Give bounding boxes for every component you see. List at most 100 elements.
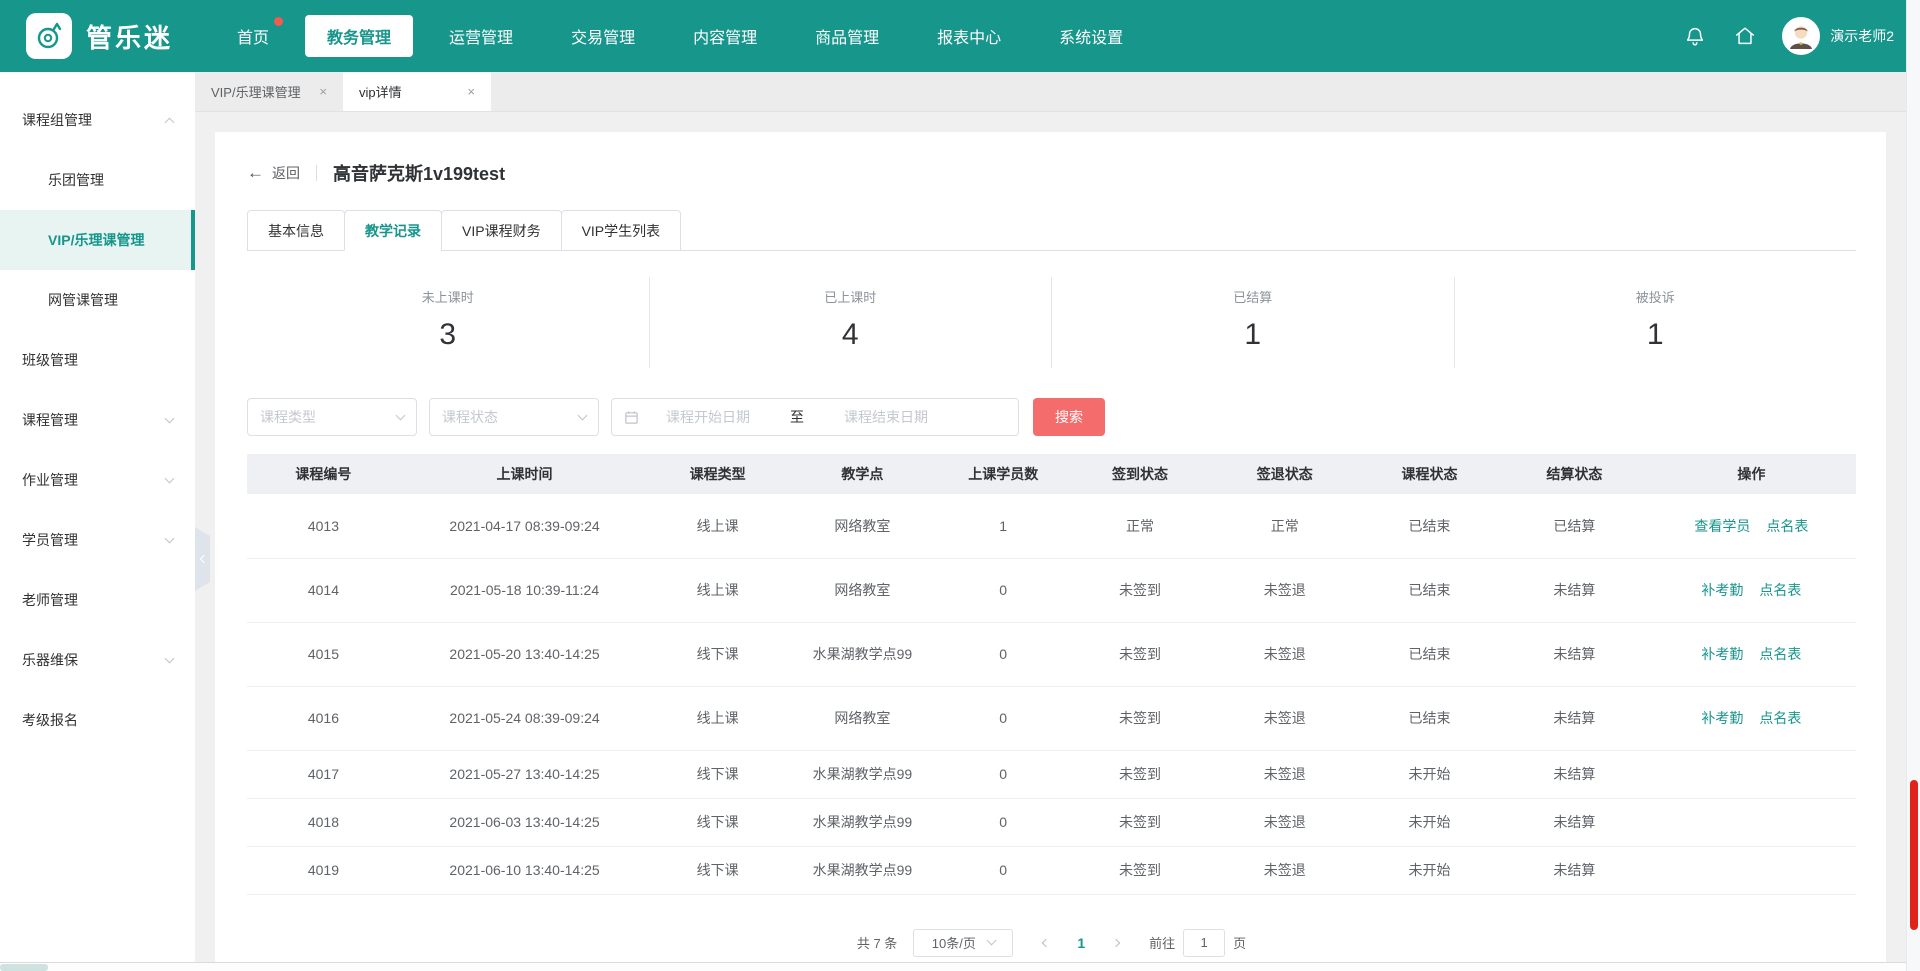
cell-time: 2021-06-10 13:40-14:25 bbox=[400, 846, 649, 894]
cell-course-type: 线下课 bbox=[649, 798, 786, 846]
cell-time: 2021-05-20 13:40-14:25 bbox=[400, 622, 649, 686]
nav-item-label: 系统设置 bbox=[1059, 30, 1123, 47]
horizontal-scrollbar bbox=[0, 962, 1920, 971]
current-page[interactable]: 1 bbox=[1077, 935, 1085, 951]
notification-bell-icon[interactable] bbox=[1682, 23, 1708, 49]
sidebar-menu: 课程组管理 乐团管理 VIP/乐理课管理 网管课管理 班级管理 课程管理 作业管… bbox=[0, 90, 195, 750]
cell-location: 水果湖教学点99 bbox=[786, 846, 939, 894]
sidebar-item-label: 课程组管理 bbox=[22, 110, 92, 130]
table-row: 4019 2021-06-10 13:40-14:25 线下课 水果湖教学点99… bbox=[247, 846, 1856, 894]
vertical-scrollbar-thumb[interactable] bbox=[1910, 780, 1918, 930]
cell-course-id: 4017 bbox=[247, 750, 400, 798]
cell-course-status: 已结束 bbox=[1357, 622, 1502, 686]
close-icon[interactable] bbox=[319, 85, 327, 98]
cell-course-status: 未开始 bbox=[1357, 846, 1502, 894]
row-action-link[interactable]: 补考勤 bbox=[1701, 646, 1743, 662]
table-header-row: 课程编号上课时间课程类型教学点上课学员数签到状态签退状态课程状态结算状态操作 bbox=[247, 454, 1856, 494]
cell-checkin-status: 未签到 bbox=[1068, 686, 1213, 750]
row-action-link[interactable]: 点名表 bbox=[1759, 582, 1801, 598]
sidebar-item[interactable]: 作业管理 bbox=[0, 450, 195, 510]
window-tab[interactable]: VIP/乐理课管理 bbox=[195, 72, 343, 111]
row-action-link[interactable]: 点名表 bbox=[1759, 646, 1801, 662]
table-row: 4018 2021-06-03 13:40-14:25 线下课 水果湖教学点99… bbox=[247, 798, 1856, 846]
nav-item[interactable]: 交易管理 bbox=[549, 15, 657, 57]
page-size-select[interactable]: 10条/页 bbox=[913, 929, 1013, 957]
sidebar-item[interactable]: 网管课管理 bbox=[0, 270, 195, 330]
sidebar-item-label: 网管课管理 bbox=[48, 290, 118, 310]
chevron-down-icon bbox=[578, 410, 588, 420]
next-page-button[interactable] bbox=[1113, 940, 1119, 946]
back-button[interactable]: 返回 bbox=[247, 163, 300, 183]
row-action-link[interactable]: 查看学员 bbox=[1694, 518, 1750, 534]
brand[interactable]: 管乐迷 bbox=[26, 13, 173, 59]
sidebar-item[interactable]: 课程组管理 bbox=[0, 90, 195, 150]
cell-course-id: 4013 bbox=[247, 494, 400, 558]
sidebar-item[interactable]: 老师管理 bbox=[0, 570, 195, 630]
user-menu[interactable]: 演示老师2 bbox=[1782, 17, 1894, 55]
stat-label: 未上课时 bbox=[247, 287, 649, 306]
sidebar-item[interactable]: 学员管理 bbox=[0, 510, 195, 570]
close-icon[interactable] bbox=[467, 85, 475, 98]
cell-settlement-status: 未结算 bbox=[1502, 622, 1647, 686]
prev-page-button[interactable] bbox=[1043, 940, 1049, 946]
detail-tab[interactable]: VIP学生列表 bbox=[561, 210, 682, 251]
course-type-select[interactable]: 课程类型 bbox=[247, 398, 417, 436]
cell-course-type: 线上课 bbox=[649, 558, 786, 622]
sidebar-item[interactable]: 乐器维保 bbox=[0, 630, 195, 690]
column-header: 课程编号 bbox=[247, 454, 400, 494]
stat-label: 已上课时 bbox=[650, 287, 1052, 306]
nav-item[interactable]: 系统设置 bbox=[1037, 15, 1145, 57]
date-range-picker[interactable]: 课程开始日期 至 课程结束日期 bbox=[611, 398, 1019, 436]
nav-item[interactable]: 运营管理 bbox=[427, 15, 535, 57]
course-status-select[interactable]: 课程状态 bbox=[429, 398, 599, 436]
course-type-placeholder: 课程类型 bbox=[260, 407, 316, 427]
row-action-link[interactable]: 补考勤 bbox=[1701, 710, 1743, 726]
chevron-icon bbox=[166, 115, 173, 126]
nav-item[interactable]: 教务管理 bbox=[305, 15, 413, 57]
row-action-link[interactable]: 补考勤 bbox=[1701, 582, 1743, 598]
sidebar-item[interactable]: 班级管理 bbox=[0, 330, 195, 390]
row-action-link[interactable]: 点名表 bbox=[1766, 518, 1808, 534]
detail-tab[interactable]: 基本信息 bbox=[247, 210, 345, 251]
detail-tab-label: VIP学生列表 bbox=[582, 221, 661, 241]
stat-block: 已结算 1 bbox=[1051, 277, 1454, 368]
nav-item[interactable]: 报表中心 bbox=[915, 15, 1023, 57]
filter-bar: 课程类型 课程状态 课程开始日期 bbox=[247, 398, 1856, 436]
nav-item[interactable]: 首页 bbox=[215, 15, 291, 57]
date-end-placeholder: 课程结束日期 bbox=[817, 407, 955, 427]
row-action-link[interactable]: 点名表 bbox=[1759, 710, 1801, 726]
sidebar-item-label: 学员管理 bbox=[22, 530, 78, 550]
content-area: 返回 高音萨克斯1v199test 基本信息 教学记录 VIP课程财务 VIP学… bbox=[195, 112, 1920, 971]
goto-page-input[interactable] bbox=[1183, 929, 1225, 957]
chevron-down-icon bbox=[986, 936, 996, 946]
sidebar-item[interactable]: VIP/乐理课管理 bbox=[0, 210, 195, 270]
user-name: 演示老师2 bbox=[1830, 26, 1894, 46]
horizontal-scrollbar-thumb[interactable] bbox=[0, 964, 48, 971]
cell-checkout-status: 未签退 bbox=[1212, 622, 1357, 686]
navbar-right: 演示老师2 bbox=[1682, 17, 1894, 55]
detail-tab[interactable]: 教学记录 bbox=[344, 210, 442, 251]
nav-item-label: 教务管理 bbox=[327, 30, 391, 47]
detail-tab[interactable]: VIP课程财务 bbox=[441, 210, 562, 251]
stat-block: 已上课时 4 bbox=[649, 277, 1052, 368]
cell-time: 2021-05-27 13:40-14:25 bbox=[400, 750, 649, 798]
cell-course-type: 线上课 bbox=[649, 494, 786, 558]
sidebar-item-label: 乐器维保 bbox=[22, 650, 78, 670]
sidebar-item[interactable]: 考级报名 bbox=[0, 690, 195, 750]
nav-item[interactable]: 内容管理 bbox=[671, 15, 779, 57]
table-row: 4015 2021-05-20 13:40-14:25 线下课 水果湖教学点99… bbox=[247, 622, 1856, 686]
table-header: 课程编号上课时间课程类型教学点上课学员数签到状态签退状态课程状态结算状态操作 bbox=[247, 454, 1856, 494]
cell-course-status: 未开始 bbox=[1357, 750, 1502, 798]
cell-checkout-status: 未签退 bbox=[1212, 686, 1357, 750]
cell-course-status: 已结束 bbox=[1357, 558, 1502, 622]
chevron-icon bbox=[166, 539, 173, 542]
pagination-total: 共 7 条 bbox=[857, 933, 897, 952]
sidebar-item[interactable]: 乐团管理 bbox=[0, 150, 195, 210]
table-body: 4013 2021-04-17 08:39-09:24 线上课 网络教室 1 正… bbox=[247, 494, 1856, 894]
home-icon[interactable] bbox=[1732, 23, 1758, 49]
sidebar-collapse-handle[interactable] bbox=[195, 527, 210, 591]
nav-item[interactable]: 商品管理 bbox=[793, 15, 901, 57]
sidebar-item[interactable]: 课程管理 bbox=[0, 390, 195, 450]
window-tab[interactable]: vip详情 bbox=[343, 72, 491, 111]
search-button[interactable]: 搜索 bbox=[1033, 398, 1105, 436]
